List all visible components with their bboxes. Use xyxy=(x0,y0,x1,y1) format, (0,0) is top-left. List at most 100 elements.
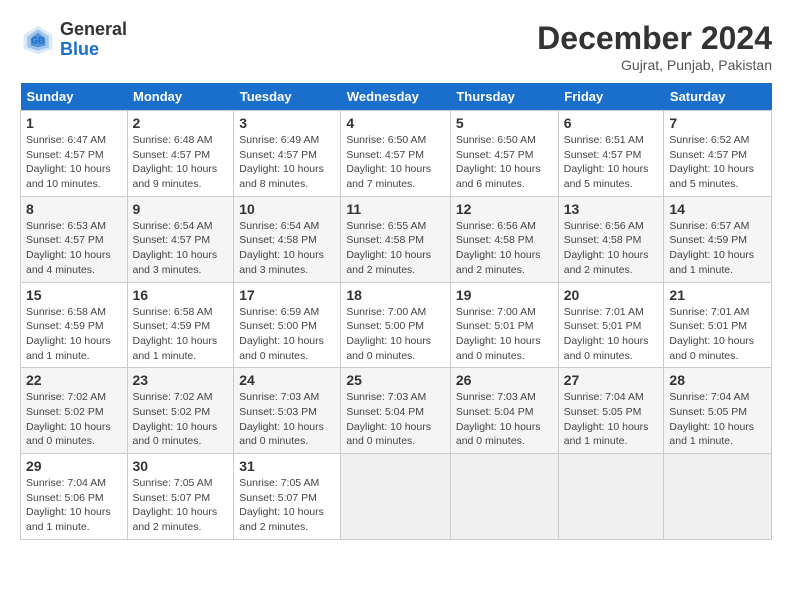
calendar-cell: 3 Sunrise: 6:49 AM Sunset: 4:57 PM Daylig… xyxy=(234,111,341,197)
calendar-cell: 22Sunrise: 7:02 AM Sunset: 5:02 PM Dayli… xyxy=(21,368,128,454)
calendar-cell: 18 Sunrise: 7:00 AM Sunset: 5:00 PM Dayli… xyxy=(341,282,451,368)
calendar-table: SundayMondayTuesdayWednesdayThursdayFrid… xyxy=(20,83,772,540)
calendar-cell: 25Sunrise: 7:03 AM Sunset: 5:04 PM Dayli… xyxy=(341,368,451,454)
day-number: 17 xyxy=(239,287,335,303)
week-row-5: 29Sunrise: 7:04 AM Sunset: 5:06 PM Dayli… xyxy=(21,454,772,540)
calendar-cell: 20 Sunrise: 7:01 AM Sunset: 5:01 PM Dayli… xyxy=(558,282,664,368)
day-number: 31 xyxy=(239,458,335,474)
day-info: Sunrise: 7:04 AM Sunset: 5:05 PM Dayligh… xyxy=(669,390,766,449)
day-info: Sunrise: 6:54 AM Sunset: 4:58 PM Dayligh… xyxy=(239,219,335,278)
week-row-4: 22Sunrise: 7:02 AM Sunset: 5:02 PM Dayli… xyxy=(21,368,772,454)
day-info: Sunrise: 7:05 AM Sunset: 5:07 PM Dayligh… xyxy=(133,476,229,535)
day-number: 29 xyxy=(26,458,122,474)
logo: GB General Blue xyxy=(20,20,127,60)
day-info: Sunrise: 6:52 AM Sunset: 4:57 PM Dayligh… xyxy=(669,133,766,192)
day-info: Sunrise: 7:03 AM Sunset: 5:03 PM Dayligh… xyxy=(239,390,335,449)
day-info: Sunrise: 7:00 AM Sunset: 5:01 PM Dayligh… xyxy=(456,305,553,364)
day-number: 26 xyxy=(456,372,553,388)
day-number: 24 xyxy=(239,372,335,388)
calendar-cell: 27Sunrise: 7:04 AM Sunset: 5:05 PM Dayli… xyxy=(558,368,664,454)
day-info: Sunrise: 6:58 AM Sunset: 4:59 PM Dayligh… xyxy=(26,305,122,364)
day-number: 5 xyxy=(456,115,553,131)
calendar-cell: 29Sunrise: 7:04 AM Sunset: 5:06 PM Dayli… xyxy=(21,454,128,540)
day-info: Sunrise: 6:49 AM Sunset: 4:57 PM Dayligh… xyxy=(239,133,335,192)
calendar-cell: 12 Sunrise: 6:56 AM Sunset: 4:58 PM Dayli… xyxy=(450,196,558,282)
calendar-cell: 26 Sunrise: 7:03 AM Sunset: 5:04 PM Dayli… xyxy=(450,368,558,454)
svg-text:GB: GB xyxy=(31,35,45,45)
logo-icon: GB xyxy=(20,22,56,58)
calendar-cell: 6Sunrise: 6:51 AM Sunset: 4:57 PM Daylig… xyxy=(558,111,664,197)
day-info: Sunrise: 6:50 AM Sunset: 4:57 PM Dayligh… xyxy=(346,133,445,192)
week-row-1: 1Sunrise: 6:47 AM Sunset: 4:57 PM Daylig… xyxy=(21,111,772,197)
calendar-cell: 24 Sunrise: 7:03 AM Sunset: 5:03 PM Dayli… xyxy=(234,368,341,454)
day-number: 4 xyxy=(346,115,445,131)
day-header-saturday: Saturday xyxy=(664,83,772,111)
day-number: 13 xyxy=(564,201,659,217)
day-number: 28 xyxy=(669,372,766,388)
calendar-cell: 9 Sunrise: 6:54 AM Sunset: 4:57 PM Daylig… xyxy=(127,196,234,282)
day-number: 7 xyxy=(669,115,766,131)
day-number: 9 xyxy=(133,201,229,217)
calendar-cell: 13 Sunrise: 6:56 AM Sunset: 4:58 PM Dayli… xyxy=(558,196,664,282)
calendar-cell: 2 Sunrise: 6:48 AM Sunset: 4:57 PM Daylig… xyxy=(127,111,234,197)
day-info: Sunrise: 7:02 AM Sunset: 5:02 PM Dayligh… xyxy=(133,390,229,449)
day-number: 30 xyxy=(133,458,229,474)
day-number: 21 xyxy=(669,287,766,303)
day-info: Sunrise: 7:01 AM Sunset: 5:01 PM Dayligh… xyxy=(669,305,766,364)
day-info: Sunrise: 6:56 AM Sunset: 4:58 PM Dayligh… xyxy=(456,219,553,278)
day-info: Sunrise: 6:57 AM Sunset: 4:59 PM Dayligh… xyxy=(669,219,766,278)
day-number: 18 xyxy=(346,287,445,303)
calendar-cell: 10 Sunrise: 6:54 AM Sunset: 4:58 PM Dayli… xyxy=(234,196,341,282)
calendar-cell: 15 Sunrise: 6:58 AM Sunset: 4:59 PM Dayli… xyxy=(21,282,128,368)
calendar-cell: 14 Sunrise: 6:57 AM Sunset: 4:59 PM Dayli… xyxy=(664,196,772,282)
week-row-3: 15 Sunrise: 6:58 AM Sunset: 4:59 PM Dayli… xyxy=(21,282,772,368)
day-info: Sunrise: 7:03 AM Sunset: 5:04 PM Dayligh… xyxy=(456,390,553,449)
calendar-cell: 11 Sunrise: 6:55 AM Sunset: 4:58 PM Dayli… xyxy=(341,196,451,282)
calendar-cell: 21 Sunrise: 7:01 AM Sunset: 5:01 PM Dayli… xyxy=(664,282,772,368)
page-header: GB General Blue December 2024 Gujrat, Pu… xyxy=(20,20,772,73)
day-number: 10 xyxy=(239,201,335,217)
day-info: Sunrise: 6:59 AM Sunset: 5:00 PM Dayligh… xyxy=(239,305,335,364)
day-number: 15 xyxy=(26,287,122,303)
day-info: Sunrise: 6:47 AM Sunset: 4:57 PM Dayligh… xyxy=(26,133,122,192)
calendar-cell xyxy=(450,454,558,540)
calendar-cell: 30 Sunrise: 7:05 AM Sunset: 5:07 PM Dayli… xyxy=(127,454,234,540)
week-row-2: 8 Sunrise: 6:53 AM Sunset: 4:57 PM Daylig… xyxy=(21,196,772,282)
calendar-cell: 16 Sunrise: 6:58 AM Sunset: 4:59 PM Dayli… xyxy=(127,282,234,368)
logo-text: General Blue xyxy=(60,20,127,60)
day-info: Sunrise: 7:00 AM Sunset: 5:00 PM Dayligh… xyxy=(346,305,445,364)
day-info: Sunrise: 6:48 AM Sunset: 4:57 PM Dayligh… xyxy=(133,133,229,192)
day-info: Sunrise: 6:55 AM Sunset: 4:58 PM Dayligh… xyxy=(346,219,445,278)
day-info: Sunrise: 6:54 AM Sunset: 4:57 PM Dayligh… xyxy=(133,219,229,278)
day-header-monday: Monday xyxy=(127,83,234,111)
day-number: 14 xyxy=(669,201,766,217)
day-header-wednesday: Wednesday xyxy=(341,83,451,111)
day-number: 2 xyxy=(133,115,229,131)
day-number: 11 xyxy=(346,201,445,217)
calendar-cell xyxy=(341,454,451,540)
day-info: Sunrise: 6:50 AM Sunset: 4:57 PM Dayligh… xyxy=(456,133,553,192)
day-number: 27 xyxy=(564,372,659,388)
day-number: 16 xyxy=(133,287,229,303)
calendar-cell: 4 Sunrise: 6:50 AM Sunset: 4:57 PM Daylig… xyxy=(341,111,451,197)
day-info: Sunrise: 6:56 AM Sunset: 4:58 PM Dayligh… xyxy=(564,219,659,278)
day-number: 3 xyxy=(239,115,335,131)
day-info: Sunrise: 6:53 AM Sunset: 4:57 PM Dayligh… xyxy=(26,219,122,278)
day-number: 12 xyxy=(456,201,553,217)
day-info: Sunrise: 6:58 AM Sunset: 4:59 PM Dayligh… xyxy=(133,305,229,364)
day-number: 6 xyxy=(564,115,659,131)
day-info: Sunrise: 7:01 AM Sunset: 5:01 PM Dayligh… xyxy=(564,305,659,364)
calendar-cell: 19 Sunrise: 7:00 AM Sunset: 5:01 PM Dayli… xyxy=(450,282,558,368)
location-subtitle: Gujrat, Punjab, Pakistan xyxy=(537,57,772,73)
calendar-cell: 28 Sunrise: 7:04 AM Sunset: 5:05 PM Dayli… xyxy=(664,368,772,454)
day-header-friday: Friday xyxy=(558,83,664,111)
day-number: 8 xyxy=(26,201,122,217)
calendar-cell xyxy=(558,454,664,540)
day-number: 20 xyxy=(564,287,659,303)
day-header-sunday: Sunday xyxy=(21,83,128,111)
calendar-cell: 31Sunrise: 7:05 AM Sunset: 5:07 PM Dayli… xyxy=(234,454,341,540)
day-info: Sunrise: 7:02 AM Sunset: 5:02 PM Dayligh… xyxy=(26,390,122,449)
day-number: 19 xyxy=(456,287,553,303)
calendar-cell xyxy=(664,454,772,540)
calendar-cell: 23Sunrise: 7:02 AM Sunset: 5:02 PM Dayli… xyxy=(127,368,234,454)
